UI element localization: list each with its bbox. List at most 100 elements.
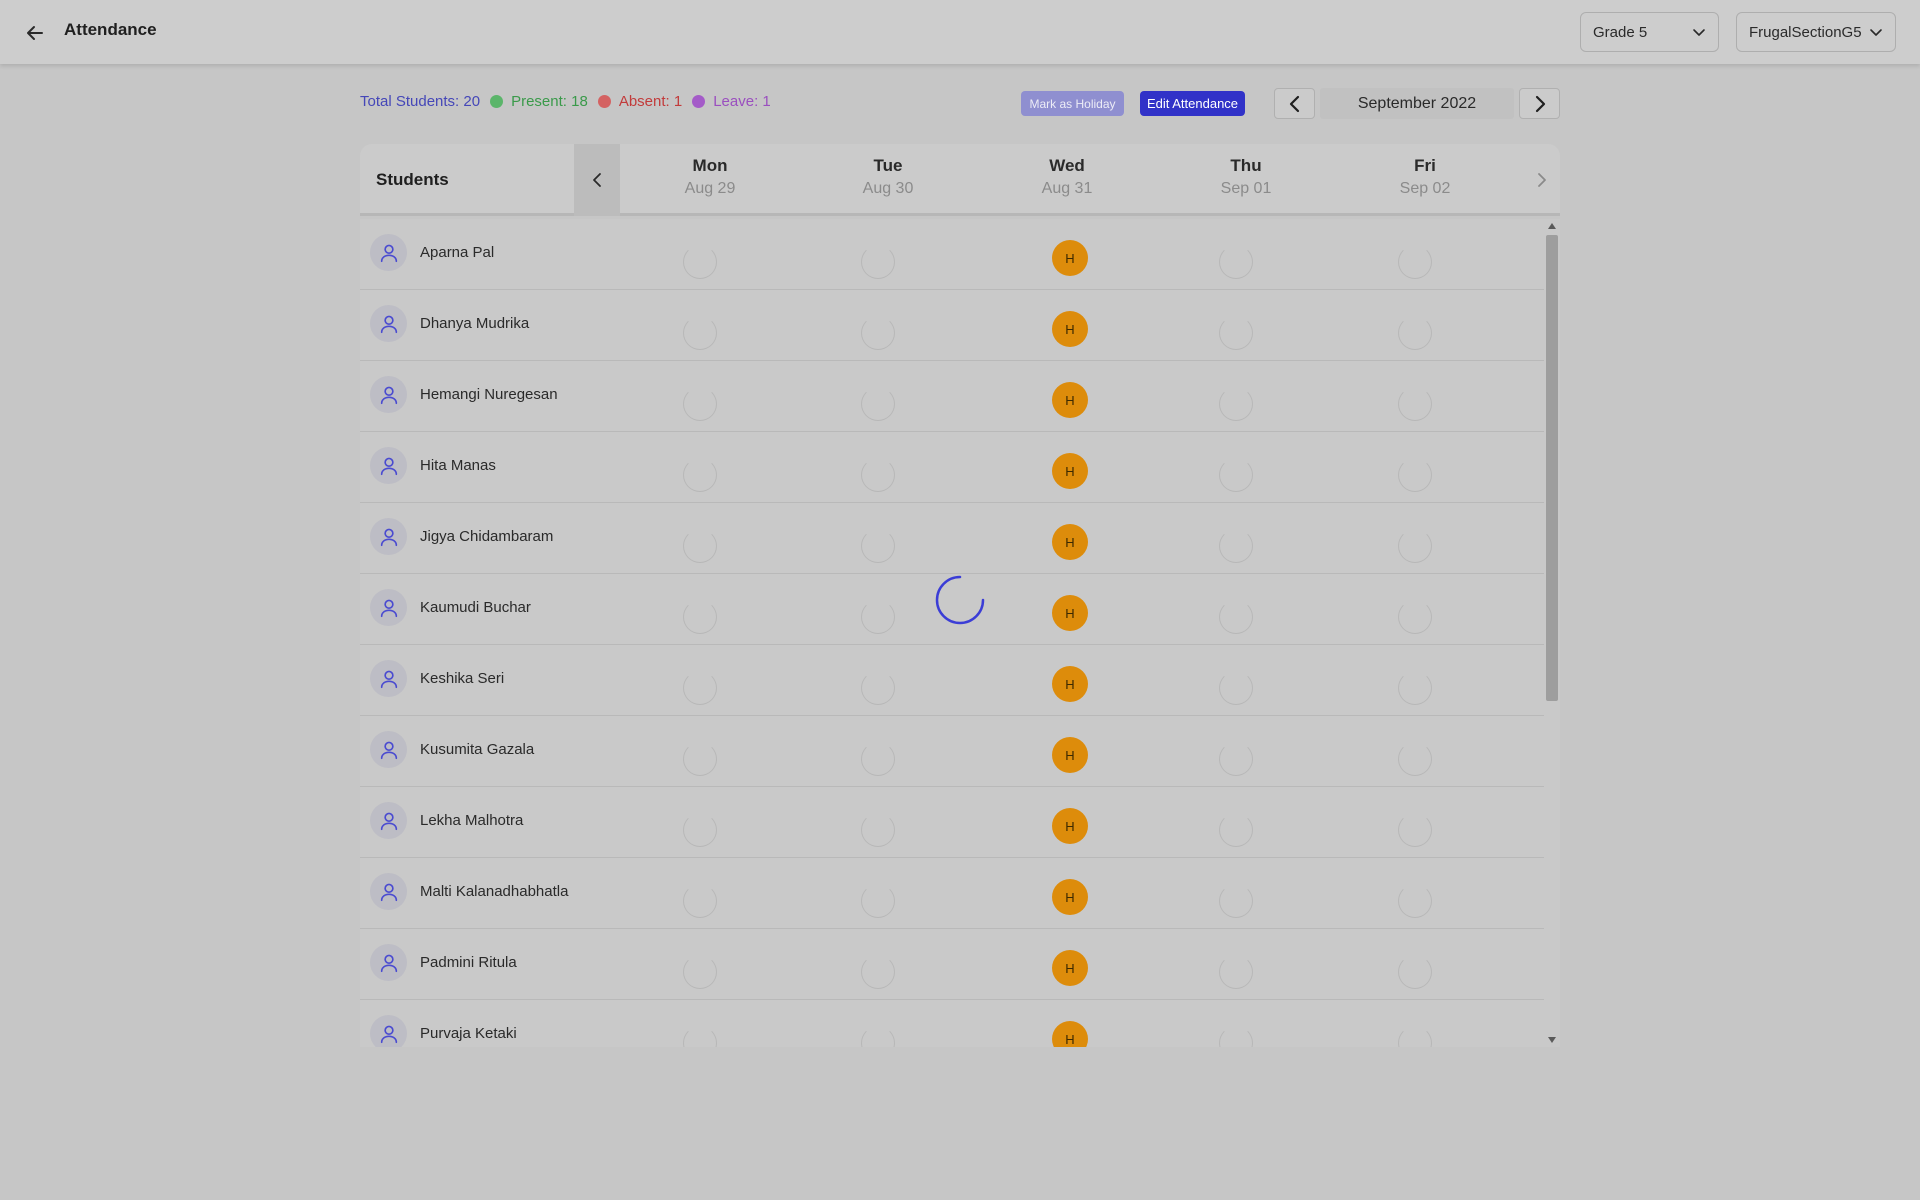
attendance-cell[interactable]	[1398, 742, 1432, 776]
avatar	[370, 376, 407, 413]
next-week-button[interactable]	[1524, 144, 1560, 216]
holiday-badge[interactable]: H	[1052, 808, 1088, 844]
attendance-cell[interactable]	[1219, 387, 1253, 421]
table-row: Hita Manas H	[360, 432, 1544, 503]
absent-dot-icon	[597, 95, 611, 108]
attendance-cell[interactable]	[861, 1026, 895, 1047]
holiday-badge[interactable]: H	[1052, 737, 1088, 773]
attendance-cell[interactable]	[1398, 600, 1432, 634]
attendance-cell[interactable]	[1398, 1026, 1432, 1047]
holiday-badge[interactable]: H	[1052, 311, 1088, 347]
scroll-up-arrow-icon[interactable]	[1547, 221, 1557, 231]
attendance-cell[interactable]	[1219, 458, 1253, 492]
holiday-badge[interactable]: H	[1052, 453, 1088, 489]
holiday-badge[interactable]: H	[1052, 524, 1088, 560]
table-row: Hemangi Nuregesan H	[360, 361, 1544, 432]
attendance-cell[interactable]	[1219, 600, 1253, 634]
day-name: Fri	[1414, 156, 1436, 175]
next-month-button[interactable]	[1519, 88, 1560, 119]
attendance-cell[interactable]	[1398, 387, 1432, 421]
attendance-cell[interactable]	[861, 742, 895, 776]
attendance-cell[interactable]	[683, 387, 717, 421]
attendance-cell[interactable]	[1398, 813, 1432, 847]
attendance-cell[interactable]	[683, 671, 717, 705]
attendance-cell[interactable]	[861, 813, 895, 847]
attendance-cell[interactable]	[1219, 671, 1253, 705]
mark-holiday-button[interactable]: Mark as Holiday	[1021, 91, 1124, 116]
student-name: Hemangi Nuregesan	[420, 386, 558, 403]
attendance-cell[interactable]	[683, 813, 717, 847]
attendance-cell[interactable]	[683, 884, 717, 918]
attendance-cell[interactable]	[861, 671, 895, 705]
attendance-cell[interactable]	[1219, 316, 1253, 350]
scroll-down-arrow-icon[interactable]	[1547, 1035, 1557, 1045]
holiday-badge[interactable]: H	[1052, 595, 1088, 631]
avatar	[370, 731, 407, 768]
attendance-cell[interactable]	[1219, 955, 1253, 989]
attendance-cell[interactable]	[861, 955, 895, 989]
attendance-cell[interactable]	[1219, 742, 1253, 776]
attendance-cell[interactable]	[683, 742, 717, 776]
attendance-cell[interactable]	[1398, 955, 1432, 989]
attendance-cell[interactable]	[683, 458, 717, 492]
attendance-cell[interactable]	[1398, 316, 1432, 350]
day-column-header: Thu Sep 01	[1171, 156, 1321, 198]
avatar	[370, 447, 407, 484]
day-date: Sep 02	[1399, 180, 1451, 197]
day-date: Aug 30	[862, 180, 914, 197]
section-select[interactable]: FrugalSectionG5	[1736, 12, 1896, 52]
holiday-badge[interactable]: H	[1052, 666, 1088, 702]
absent-count-text: Absent: 1	[618, 93, 683, 110]
avatar	[370, 802, 407, 839]
scrollbar-thumb[interactable]	[1546, 235, 1558, 701]
attendance-cell[interactable]	[1219, 1026, 1253, 1047]
attendance-cell[interactable]	[861, 884, 895, 918]
student-name: Malti Kalanadhabhatla	[420, 883, 569, 900]
attendance-cell[interactable]	[861, 387, 895, 421]
attendance-cell[interactable]	[861, 600, 895, 634]
user-icon	[380, 812, 397, 830]
attendance-cell[interactable]	[861, 316, 895, 350]
attendance-cell[interactable]	[683, 316, 717, 350]
attendance-cell[interactable]	[683, 600, 717, 634]
attendance-cell[interactable]	[1219, 245, 1253, 279]
attendance-cell[interactable]	[683, 245, 717, 279]
attendance-cell[interactable]	[1398, 671, 1432, 705]
previous-month-button[interactable]	[1274, 88, 1315, 119]
attendance-cell[interactable]	[683, 1026, 717, 1047]
day-column-header: Fri Sep 02	[1350, 156, 1500, 198]
student-name: Keshika Seri	[420, 670, 505, 687]
attendance-cell[interactable]	[861, 458, 895, 492]
attendance-cell[interactable]	[1398, 245, 1432, 279]
edit-attendance-button[interactable]: Edit Attendance	[1140, 91, 1245, 116]
attendance-cell[interactable]	[1398, 458, 1432, 492]
attendance-cell[interactable]	[1219, 884, 1253, 918]
holiday-badge[interactable]: H	[1052, 1021, 1088, 1047]
holiday-badge[interactable]: H	[1052, 879, 1088, 915]
attendance-cell[interactable]	[1219, 813, 1253, 847]
attendance-cell[interactable]	[683, 529, 717, 563]
holiday-badge[interactable]: H	[1052, 240, 1088, 276]
vertical-scrollbar[interactable]	[1544, 219, 1560, 1047]
attendance-table-body: Aparna Pal H Dhanya Mudrika H Hemangi Nurege…	[360, 219, 1560, 1047]
attendance-cell[interactable]	[1219, 529, 1253, 563]
holiday-badge[interactable]: H	[1052, 950, 1088, 986]
grade-select[interactable]: Grade 5	[1580, 12, 1719, 52]
user-icon	[380, 883, 397, 901]
leave-count-text: Leave: 1	[713, 93, 771, 110]
attendance-cell[interactable]	[861, 245, 895, 279]
present-count-text: Present: 18	[511, 93, 588, 110]
attendance-cell[interactable]	[1398, 884, 1432, 918]
chevron-down-icon	[1870, 29, 1882, 36]
back-button[interactable]	[22, 20, 48, 46]
avatar	[370, 518, 407, 555]
attendance-cell[interactable]	[683, 955, 717, 989]
previous-week-button[interactable]	[574, 144, 620, 216]
table-row: Purvaja Ketaki H	[360, 1000, 1544, 1047]
day-column-header: Wed Aug 31	[992, 156, 1142, 198]
attendance-cell[interactable]	[1398, 529, 1432, 563]
day-date: Aug 29	[684, 180, 736, 197]
attendance-cell[interactable]	[861, 529, 895, 563]
day-name: Tue	[873, 156, 903, 175]
holiday-badge[interactable]: H	[1052, 382, 1088, 418]
